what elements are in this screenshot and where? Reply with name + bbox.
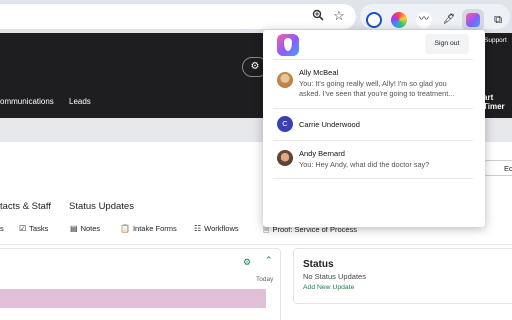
- tool-workflows[interactable]: ☷ Workflows: [194, 224, 239, 233]
- avatar: [277, 72, 293, 88]
- bookmark-star-icon[interactable]: ☆: [332, 9, 346, 23]
- tool-tasks[interactable]: ☑ Tasks: [19, 224, 48, 233]
- app-logo-icon: [277, 34, 299, 56]
- app-extension-icon[interactable]: [462, 9, 484, 31]
- contact-name: Carrie Underwood: [299, 120, 360, 129]
- avatar: C: [277, 116, 293, 132]
- status-empty-text: No Status Updates: [303, 272, 366, 281]
- gear-icon: ⚙: [250, 61, 260, 72]
- contact-item-carrie[interactable]: C Carrie Underwood: [263, 109, 485, 139]
- wave-icon[interactable]: 〰: [416, 12, 432, 28]
- divider: [0, 244, 512, 245]
- avatar: [277, 150, 293, 166]
- tool-intake-forms[interactable]: 📋 Intake Forms: [120, 224, 177, 233]
- start-timer-button[interactable]: art Timer: [483, 93, 512, 111]
- today-label: Today: [256, 276, 274, 283]
- tab-status-updates[interactable]: Status Updates: [69, 201, 134, 212]
- nav-leads[interactable]: Leads: [69, 97, 91, 106]
- tab-contacts-staff[interactable]: tacts & Staff: [0, 201, 51, 212]
- browser-toolbar: ☆ 〰 🖋 ⧉: [0, 0, 512, 33]
- address-bar[interactable]: [0, 4, 356, 29]
- nav-communications[interactable]: ommunications: [0, 97, 54, 106]
- 1password-icon[interactable]: [366, 12, 382, 28]
- status-title: Status: [303, 259, 334, 270]
- workflow-icon: ☷: [194, 224, 202, 233]
- contact-name: Ally McBeal: [299, 68, 339, 77]
- contact-item-ally[interactable]: Ally McBeal You: It's going really well,…: [263, 61, 485, 107]
- checkbox-icon: ☑: [19, 224, 27, 233]
- chevron-up-icon[interactable]: ⌃: [265, 255, 273, 266]
- timeline-settings-icon[interactable]: ⚙: [243, 257, 251, 268]
- zoom-icon[interactable]: [311, 9, 325, 23]
- extensions-area: 〰 🖋 ⧉: [360, 4, 510, 31]
- tool-notes[interactable]: ▤ Notes: [70, 224, 100, 233]
- contact-message: You: It's going really well, Ally! I'm s…: [299, 79, 447, 88]
- divider: [273, 178, 473, 179]
- contact-name: Andy Bernard: [299, 149, 345, 158]
- pipette-icon[interactable]: 🖋: [441, 12, 457, 28]
- color-ring-icon[interactable]: [391, 12, 407, 28]
- note-icon: ▤: [70, 224, 78, 233]
- divider: [273, 59, 473, 60]
- support-link[interactable]: Support: [484, 37, 507, 44]
- contact-message: You: Hey Andy, what did the doctor say?: [299, 160, 430, 169]
- tool-list[interactable]: s: [0, 224, 4, 233]
- puzzle-icon[interactable]: ⧉: [490, 12, 506, 28]
- contact-message: asked. I've seen that you're going to tr…: [299, 89, 455, 98]
- clipboard-icon: 📋: [120, 224, 130, 233]
- extension-popup: Sign out Ally McBeal You: It's going rea…: [263, 30, 485, 227]
- contact-item-andy[interactable]: Andy Bernard You: Hey Andy, what did the…: [263, 141, 485, 177]
- edit-button[interactable]: Ed: [484, 160, 512, 176]
- add-update-link[interactable]: Add New Update: [303, 284, 354, 291]
- timeline-bar: [0, 289, 266, 308]
- timeline-card: [0, 248, 281, 320]
- sign-out-button[interactable]: Sign out: [425, 34, 469, 54]
